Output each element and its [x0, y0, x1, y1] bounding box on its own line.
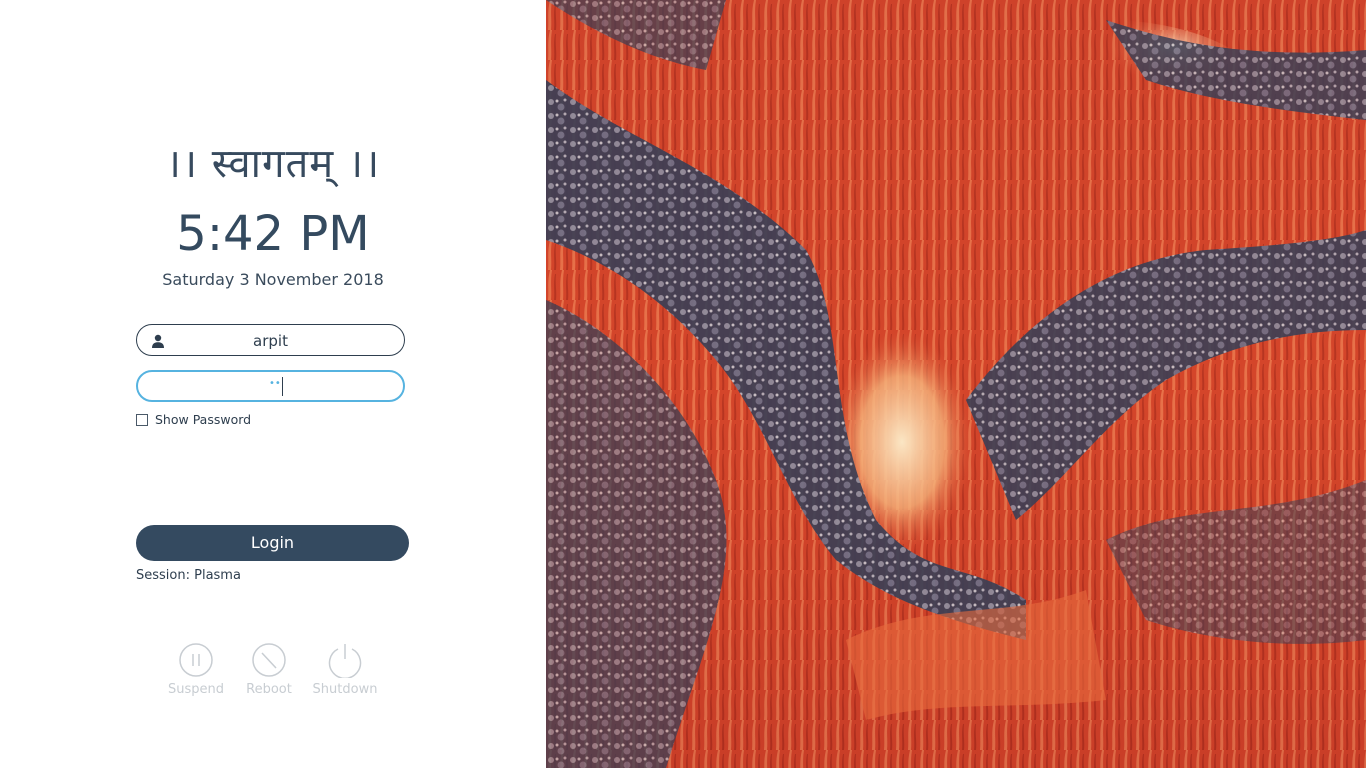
suspend-label: Suspend — [168, 682, 225, 697]
show-password-checkbox[interactable] — [136, 413, 148, 426]
reboot-label: Reboot — [246, 682, 292, 697]
shutdown-label: Shutdown — [312, 682, 378, 697]
suspend-icon — [179, 643, 213, 677]
password-field[interactable]: •• — [136, 370, 405, 402]
shutdown-button[interactable]: Shutdown — [312, 642, 378, 697]
login-panel: ।। स्वागतम् ।। 5:42 PM Saturday 3 Novemb… — [0, 0, 546, 768]
reboot-button[interactable]: Reboot — [241, 642, 297, 697]
suspend-button[interactable]: Suspend — [168, 642, 224, 697]
show-password-label: Show Password — [155, 412, 252, 427]
login-button[interactable]: Login — [136, 525, 409, 561]
password-mask: •• — [269, 378, 281, 389]
wallpaper — [546, 0, 1366, 768]
username-value: arpit — [253, 332, 288, 350]
shutdown-icon — [328, 644, 362, 678]
text-caret — [282, 377, 283, 396]
login-screen: ।। स्वागतम् ।। 5:42 PM Saturday 3 Novemb… — [0, 0, 1366, 768]
username-field[interactable]: arpit — [136, 324, 405, 356]
clock-time: 5:42 PM — [176, 206, 370, 262]
session-selector[interactable]: Session: Plasma — [136, 568, 241, 583]
clock-date: Saturday 3 November 2018 — [162, 270, 384, 289]
welcome-greeting: ।। स्वागतम् ।। — [165, 141, 381, 187]
reboot-icon — [252, 643, 286, 677]
show-password-toggle[interactable]: Show Password — [136, 412, 251, 427]
